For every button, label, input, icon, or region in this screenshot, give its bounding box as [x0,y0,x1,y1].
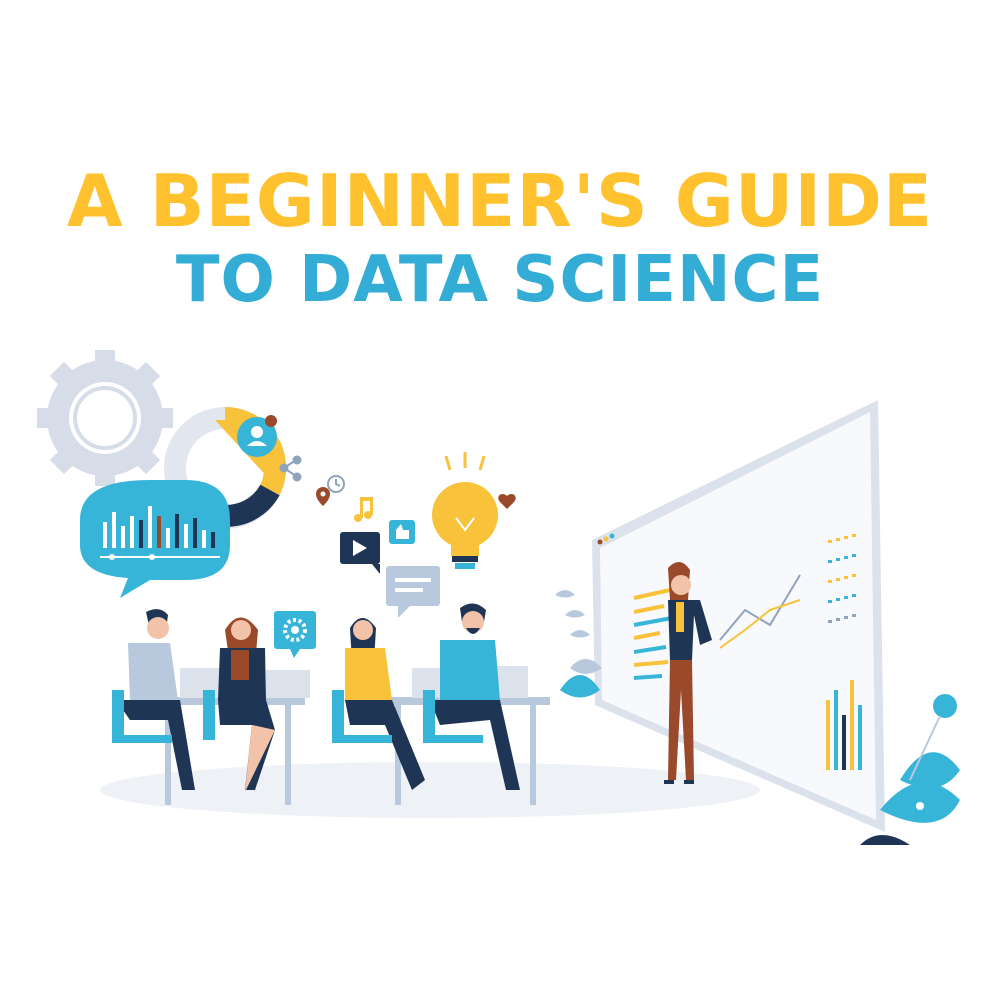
gear-icon [37,350,173,486]
location-pin-icon [316,487,330,506]
presentation-screen [592,400,885,832]
laptop [180,668,224,698]
user-profile-icon [215,415,277,480]
floor-shadow [100,762,760,818]
like-icon [389,520,415,544]
laptop [266,670,310,698]
play-icon [340,532,380,574]
chat-bubble-icon [386,566,440,618]
lightbulb-icon [432,452,498,569]
clock-icon [327,475,345,493]
leaf-decor [555,590,590,638]
music-note-icon [354,497,373,522]
settings-icon [274,611,316,658]
poster: A BEGINNER'S GUIDE TO DATA SCIENCE [0,0,1000,1000]
illustration [37,350,960,845]
bar-chart-bubble-icon [80,480,230,598]
heart-icon [498,493,516,509]
